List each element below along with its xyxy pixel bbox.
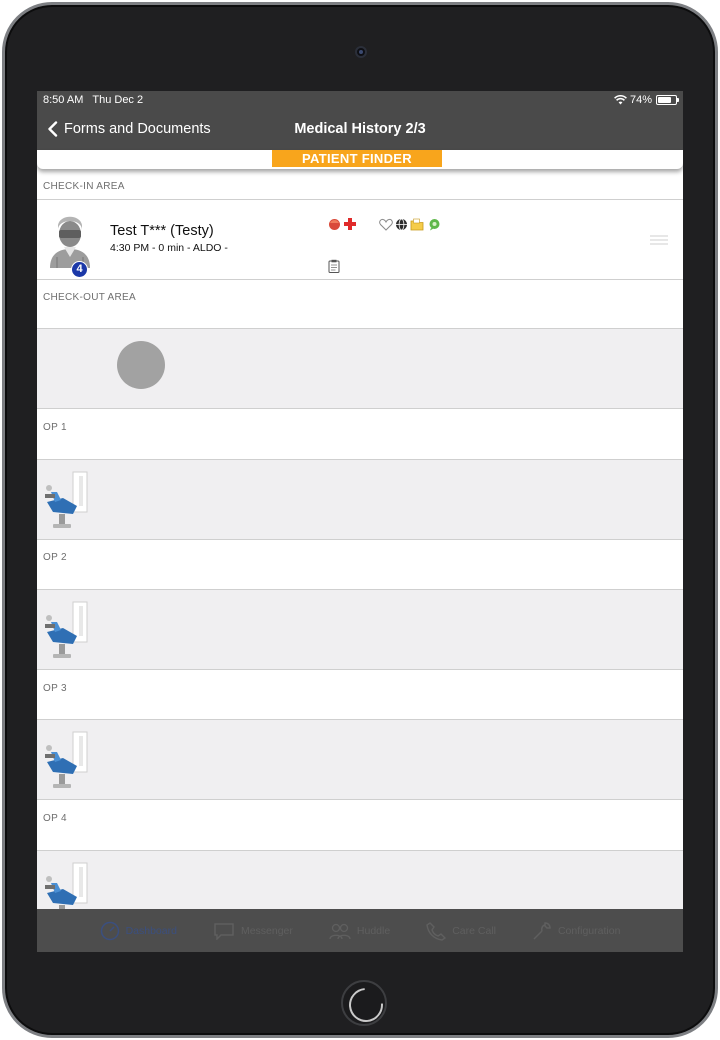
tab-huddle[interactable]: Huddle — [329, 922, 390, 940]
battery-percent: 74% — [629, 93, 652, 106]
red-cross-icon — [344, 218, 356, 230]
status-time: 8:50 AM — [43, 93, 84, 106]
page-title: Medical History 2/3 — [294, 121, 426, 137]
phone-icon — [426, 921, 447, 941]
tab-bar: Dashboard Messenger Huddle Care Call Con… — [37, 909, 683, 952]
section-header-check-out: CHECK-OUT AREA — [37, 280, 683, 310]
tab-huddle-label: Huddle — [356, 924, 391, 937]
tab-care-call-label: Care Call — [452, 924, 496, 937]
tab-configuration[interactable]: Configuration — [532, 921, 620, 941]
patient-badge: 4 — [71, 261, 88, 278]
tab-care-call[interactable]: Care Call — [426, 921, 496, 941]
patient-finder-button[interactable]: PATIENT FINDER — [272, 150, 442, 167]
drag-placeholder — [117, 341, 165, 389]
patient-appointment-detail: 4:30 PM - 0 min - ALDO - — [110, 242, 228, 254]
patient-status-icons — [328, 216, 441, 232]
front-camera — [355, 46, 367, 58]
dental-chair-icon — [45, 731, 88, 788]
tab-messenger-label: Messenger — [240, 924, 293, 937]
dental-chair-icon — [45, 601, 88, 658]
status-bar: 8:50 AM Thu Dec 2 74% — [37, 91, 683, 108]
patient-finder-bar: PATIENT FINDER — [37, 150, 683, 169]
tab-dashboard-label: Dashboard — [125, 924, 177, 937]
op-4-row[interactable] — [37, 850, 683, 909]
check-in-row: 4 Test T*** (Testy) 4:30 PM - 0 min - AL… — [37, 199, 683, 280]
home-button[interactable] — [341, 980, 387, 1026]
section-header-op-4: OP 4 — [37, 801, 683, 831]
op-2-row[interactable] — [37, 589, 683, 670]
green-chat-icon — [429, 218, 440, 230]
dental-chair-icon — [45, 862, 88, 909]
tab-configuration-label: Configuration — [557, 924, 621, 937]
messenger-icon — [214, 922, 234, 940]
patient-avatar — [50, 216, 90, 268]
op-3-row[interactable] — [37, 719, 683, 800]
patient-name: Test T*** (Testy) — [110, 223, 214, 239]
area-list[interactable]: CHECK-IN AREA 4 Test T*** (Testy) 4:30 P… — [37, 169, 683, 909]
heart-outline-icon — [379, 218, 393, 231]
section-header-op-1: OP 1 — [37, 410, 683, 440]
tab-dashboard[interactable]: Dashboard — [100, 921, 177, 941]
wrench-icon — [533, 921, 551, 940]
status-date: Thu Dec 2 — [92, 93, 144, 106]
red-dot-icon — [329, 218, 340, 230]
clipboard-icon — [328, 259, 340, 273]
wifi-icon — [614, 94, 627, 104]
navigation-bar: Forms and Documents Medical History 2/3 — [37, 108, 683, 150]
globe-icon — [396, 218, 407, 230]
battery-icon — [656, 94, 679, 105]
drag-handle-icon[interactable] — [650, 235, 668, 245]
section-header-op-2: OP 2 — [37, 540, 683, 570]
section-header-op-3: OP 3 — [37, 671, 683, 701]
app-screen: 8:50 AM Thu Dec 2 74% Forms and Document… — [37, 91, 683, 952]
tab-messenger[interactable]: Messenger — [213, 922, 293, 940]
check-out-drop-zone[interactable] — [37, 328, 683, 409]
section-header-check-in: CHECK-IN AREA — [37, 169, 683, 199]
huddle-icon — [329, 923, 351, 939]
folder-icon — [410, 218, 424, 230]
dashboard-icon — [100, 921, 119, 940]
op-1-row[interactable] — [37, 459, 683, 540]
dental-chair-icon — [45, 471, 88, 528]
